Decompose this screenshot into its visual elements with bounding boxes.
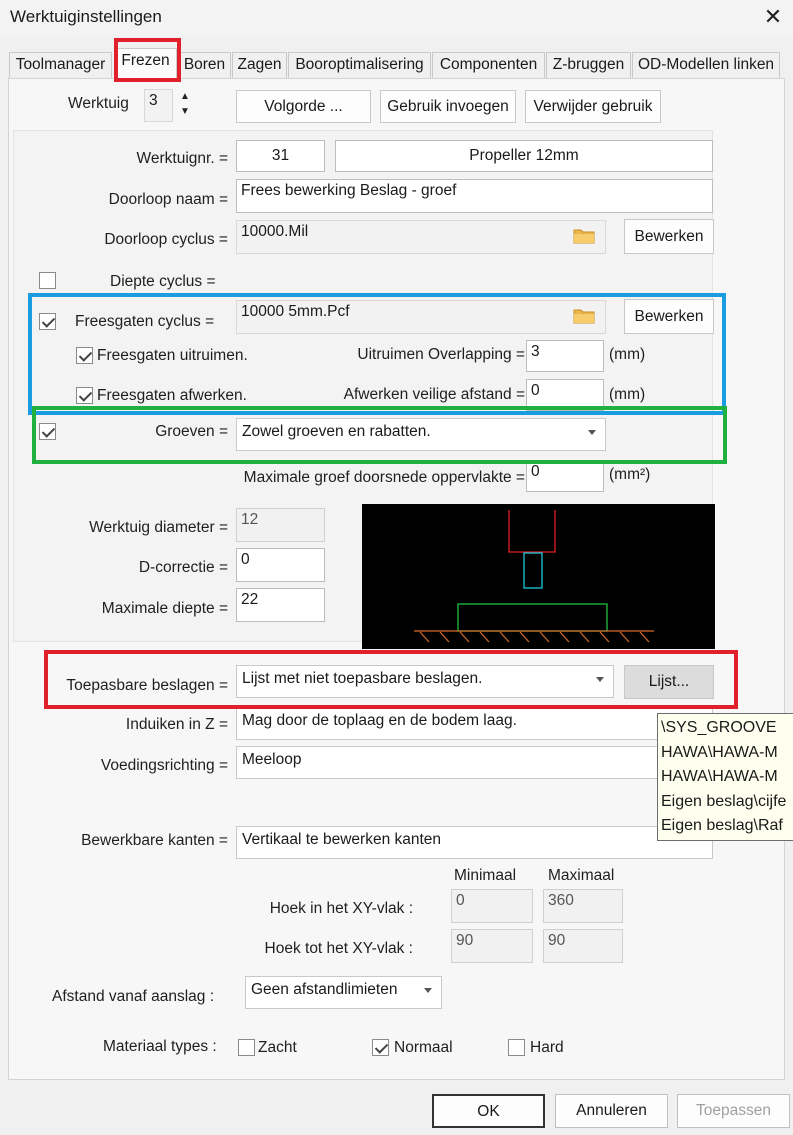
werktuignr-input[interactable]: 31 — [236, 140, 325, 172]
highlight-freesgaten — [28, 293, 726, 415]
werktuig-spinner[interactable]: ▲ ▼ — [172, 89, 198, 122]
diameter-label: Werktuig diameter = — [89, 519, 228, 536]
unit-mm2: (mm²) — [609, 466, 651, 483]
doorloop-naam-input[interactable]: Frees bewerking Beslag - groef — [236, 179, 713, 213]
werktuignr-label: Werktuignr. = — [136, 150, 228, 167]
afstand-dropdown[interactable]: Geen afstandlimieten — [245, 976, 442, 1009]
folder-icon[interactable] — [573, 227, 595, 244]
hoek-xy-max-input[interactable]: 360 — [543, 889, 623, 923]
kanten-value: Vertikaal te bewerken kanten — [242, 831, 442, 848]
zacht-label: Zacht — [258, 1039, 297, 1056]
hoek-xy-label: Hoek in het XY-vlak : — [269, 900, 413, 917]
diepte-cyclus-label: Diepte cyclus = — [110, 273, 216, 290]
hoek-xy-min-input[interactable]: 0 — [451, 889, 533, 923]
afstand-value: Geen afstandlimieten — [251, 981, 398, 998]
lijst-tooltip: \SYS_GROOVE HAWA\HAWA-M HAWA\HAWA-M Eige… — [657, 713, 793, 841]
tooltip-line: Eigen beslag\cijfe — [661, 792, 787, 810]
tooltip-line: Eigen beslag\Raf — [661, 817, 783, 834]
hard-checkbox[interactable] — [508, 1039, 525, 1056]
hoek-tot-max-input[interactable]: 90 — [543, 929, 623, 963]
annuleren-button[interactable]: Annuleren — [555, 1094, 668, 1128]
tab-z-bruggen[interactable]: Z-bruggen — [546, 52, 631, 78]
highlight-toepasbare-beslagen — [44, 650, 738, 709]
doorloop-cyclus-label: Doorloop cyclus = — [104, 231, 228, 248]
dcorrectie-label: D-correctie = — [138, 559, 228, 576]
doorloop-cyclus-input[interactable]: 10000.Mil — [236, 220, 606, 254]
chevron-up-icon[interactable]: ▲ — [180, 91, 190, 102]
normaal-checkbox[interactable] — [372, 1039, 389, 1056]
hoek-tot-label: Hoek tot het XY-vlak : — [264, 940, 413, 957]
toepassen-button[interactable]: Toepassen — [677, 1094, 790, 1128]
hard-label: Hard — [530, 1039, 564, 1056]
close-icon[interactable]: ✕ — [760, 4, 786, 30]
chevron-down-icon[interactable]: ▼ — [180, 106, 190, 117]
tooltip-line: \SYS_GROOVE — [661, 719, 777, 736]
tab-zagen[interactable]: Zagen — [232, 52, 287, 78]
werktuig-input[interactable]: 3 — [144, 89, 173, 122]
tab-booroptimalisering[interactable]: Booroptimalisering — [288, 52, 431, 78]
induiken-label: Induiken in Z = — [125, 716, 228, 733]
tool-preview — [362, 504, 715, 649]
highlight-frezen-tab — [114, 38, 181, 82]
volgorde-button[interactable]: Volgorde ... — [236, 90, 371, 123]
hoek-tot-min-input[interactable]: 90 — [451, 929, 533, 963]
induiken-dropdown[interactable]: Mag door de toplaag en de bodem laag. — [236, 707, 713, 740]
tooltip-line: HAWA\HAWA-M — [661, 768, 778, 785]
doorloop-naam-label: Doorloop naam = — [108, 191, 228, 208]
gebruik-invoegen-button[interactable]: Gebruik invoegen — [380, 90, 516, 123]
max-diepte-input[interactable]: 22 — [236, 588, 325, 622]
verwijder-gebruik-button[interactable]: Verwijder gebruik — [525, 90, 661, 123]
voeding-value: Meeloop — [242, 751, 302, 768]
zacht-checkbox[interactable] — [238, 1039, 255, 1056]
maximaal-label: Maximaal — [548, 867, 615, 884]
tab-od-modellen-linken[interactable]: OD-Modellen linken — [632, 52, 780, 78]
materiaal-label: Materiaal types : — [103, 1038, 217, 1055]
kanten-label: Bewerkbare kanten = — [81, 832, 228, 849]
voeding-label: Voedingsrichting = — [100, 757, 228, 774]
voeding-dropdown[interactable]: Meeloop — [236, 746, 713, 779]
highlight-groeven — [32, 406, 727, 464]
max-groef-input[interactable]: 0 — [526, 460, 604, 492]
max-groef-label: Maximale groef doorsnede oppervlakte = — [243, 469, 525, 486]
window-title: Werktuiginstellingen — [10, 7, 162, 26]
minimaal-label: Minimaal — [454, 867, 517, 884]
chevron-down-icon — [424, 988, 432, 993]
werktuig-naam-input[interactable]: Propeller 12mm — [335, 140, 713, 172]
werktuig-label: Werktuig — [68, 95, 129, 112]
tooltip-line: HAWA\HAWA-M — [661, 743, 778, 761]
diepte-cyclus-checkbox[interactable] — [39, 272, 56, 289]
induiken-value: Mag door de toplaag en de bodem laag. — [242, 712, 517, 729]
doorloop-bewerken-button[interactable]: Bewerken — [624, 219, 714, 254]
tab-toolmanager[interactable]: Toolmanager — [9, 52, 112, 78]
diameter-input: 12 — [236, 508, 325, 542]
max-diepte-label: Maximale diepte = — [101, 600, 228, 617]
tab-componenten[interactable]: Componenten — [432, 52, 545, 78]
tab-boren[interactable]: Boren — [178, 52, 231, 78]
kanten-dropdown[interactable]: Vertikaal te bewerken kanten — [236, 826, 713, 859]
ok-button[interactable]: OK — [432, 1094, 545, 1128]
dcorrectie-input[interactable]: 0 — [236, 548, 325, 582]
normaal-label: Normaal — [394, 1039, 453, 1056]
afstand-label: Afstand vanaf aanslag : — [52, 988, 215, 1005]
